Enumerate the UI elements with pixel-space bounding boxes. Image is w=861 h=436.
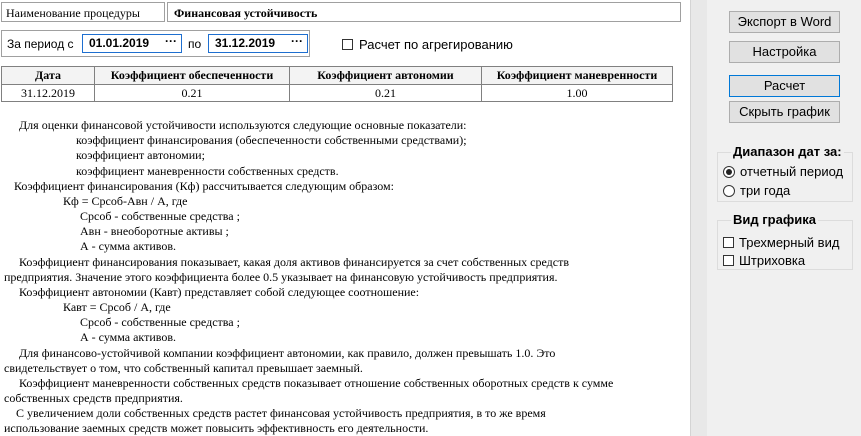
period-from-label: За период с	[7, 37, 74, 51]
period-to-label: по	[188, 37, 202, 51]
checkbox-hatching[interactable]: Штриховка	[723, 253, 805, 268]
description-line: свидетельствует о том, что собственный к…	[4, 361, 363, 375]
calculate-button[interactable]: Расчет	[729, 75, 840, 97]
description-line: Коэффициент финансирования показывает, к…	[19, 255, 570, 269]
procedure-name-label: Наименование процедуры	[1, 2, 165, 22]
period-from-field[interactable]: 01.01.2019 ···	[82, 34, 182, 53]
table-header-row: Дата Коэффициент обеспеченности Коэффици…	[1, 66, 673, 85]
radio-selected-icon[interactable]	[723, 165, 735, 178]
checkbox-label: Трехмерный вид	[739, 235, 840, 250]
chart-view-group: Вид графика Трехмерный вид Штриховка	[717, 212, 853, 270]
period-selector: За период с 01.01.2019 ··· по 31.12.2019…	[1, 30, 310, 57]
description-line: А - сумма активов.	[80, 330, 177, 344]
radio-reporting-period[interactable]: отчетный период	[723, 164, 843, 179]
date-range-title: Диапазон дат за:	[731, 144, 844, 159]
radio-icon[interactable]	[723, 184, 735, 197]
description-line: Авн - внеоборотные активы ;	[80, 224, 229, 238]
chart-view-title: Вид графика	[731, 212, 818, 227]
description-line: коэффициент финансирования (обеспеченнос…	[76, 133, 467, 147]
formula-line: Кавт = Срсоб / А, где	[63, 300, 171, 314]
column-header-coverage: Коэффициент обеспеченности	[94, 66, 290, 85]
date-range-group: Диапазон дат за: отчетный период три год…	[717, 144, 853, 202]
description-line: предприятия. Значение этого коэффициента…	[4, 270, 558, 284]
control-panel: Экспорт в Word Настройка Расчет Скрыть г…	[707, 0, 861, 436]
description-line: Коэффициент финансирования (Кф) рассчиты…	[14, 179, 394, 193]
table-cell[interactable]: 0.21	[289, 84, 482, 102]
period-from-value: 01.01.2019	[89, 36, 150, 50]
checkbox-3d-view[interactable]: Трехмерный вид	[723, 235, 839, 250]
coefficients-table: Дата Коэффициент обеспеченности Коэффици…	[1, 66, 673, 102]
checkbox-icon[interactable]	[342, 39, 353, 50]
period-to-value: 31.12.2019	[215, 36, 276, 50]
table-cell[interactable]: 0.21	[94, 84, 290, 102]
radio-label: три года	[740, 183, 791, 198]
description-line: собственных средств предприятия.	[4, 391, 183, 405]
description-line: Коэффициент автономии (Кавт) представляе…	[19, 285, 420, 299]
column-header-autonomy: Коэффициент автономии	[289, 66, 482, 85]
formula-line: Кф = Срсоб-Авн / А, где	[63, 194, 188, 208]
settings-button[interactable]: Настройка	[729, 41, 840, 63]
checkbox-icon[interactable]	[723, 255, 734, 266]
description-line: Срсоб - собственные средства ;	[80, 209, 240, 223]
aggregation-label: Расчет по агрегированию	[359, 37, 513, 52]
hide-chart-button[interactable]: Скрыть график	[729, 101, 840, 123]
description-line: С увеличением доли собственных средств р…	[16, 406, 546, 420]
description-line: Коэффициент маневренности собственных ср…	[19, 376, 614, 390]
table-cell[interactable]: 31.12.2019	[1, 84, 95, 102]
checkbox-label: Штриховка	[739, 253, 806, 268]
radio-three-years[interactable]: три года	[723, 183, 790, 198]
radio-label: отчетный период	[740, 164, 844, 179]
column-header-maneuverability: Коэффициент маневренности	[481, 66, 673, 85]
date-picker-icon[interactable]: ···	[291, 33, 303, 50]
period-to-field[interactable]: 31.12.2019 ···	[208, 34, 308, 53]
vertical-scrollbar[interactable]	[690, 0, 707, 436]
description-line: Для оценки финансовой устойчивости испол…	[19, 118, 467, 132]
aggregation-checkbox[interactable]: Расчет по агрегированию	[342, 37, 513, 52]
checkbox-icon[interactable]	[723, 237, 734, 248]
description-line: коэффициент маневренности собственных ср…	[76, 164, 339, 178]
procedure-name-value: Финансовая устойчивость	[167, 2, 681, 22]
table-cell[interactable]: 1.00	[481, 84, 673, 102]
description-line: коэффициент автономии;	[76, 148, 205, 162]
export-word-button[interactable]: Экспорт в Word	[729, 11, 840, 33]
table-row[interactable]: 31.12.2019 0.21 0.21 1.00	[1, 84, 673, 102]
report-panel: Наименование процедуры Финансовая устойч…	[0, 0, 690, 436]
description-line: Срсоб - собственные средства ;	[80, 315, 240, 329]
column-header-date: Дата	[1, 66, 95, 85]
date-picker-icon[interactable]: ···	[165, 33, 177, 50]
description-line: А - сумма активов.	[80, 239, 177, 253]
description-line: Для финансово-устойчивой компании коэффи…	[19, 346, 556, 360]
description-line: использование заемных средств может повы…	[4, 421, 429, 435]
